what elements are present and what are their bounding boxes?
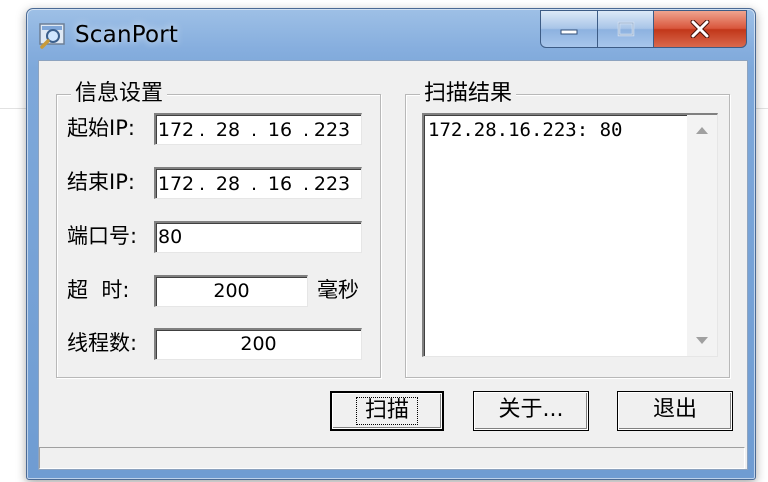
client-area: 信息设置 起始IP: 172 . 28 . 16 . 223 结束IP: 172… xyxy=(38,60,748,470)
end-ip-octet-4[interactable]: 223 xyxy=(312,170,352,198)
window-title: ScanPort xyxy=(75,22,179,48)
start-ip-octet-2[interactable]: 28 xyxy=(208,116,248,144)
ip-dot: . xyxy=(302,172,310,195)
start-ip-label: 起始IP: xyxy=(67,116,135,140)
maximize-icon xyxy=(617,21,634,37)
threads-input[interactable]: 200 xyxy=(154,328,362,360)
ip-dot: . xyxy=(198,172,206,195)
scroll-up-arrow-icon[interactable] xyxy=(696,127,708,134)
end-ip-octet-3[interactable]: 16 xyxy=(260,170,300,198)
scan-button[interactable]: 扫描 xyxy=(330,391,444,431)
results-scrollbar[interactable] xyxy=(687,115,717,356)
status-bar xyxy=(39,447,745,469)
ip-dot: . xyxy=(302,118,310,141)
ip-dot: . xyxy=(198,118,206,141)
start-ip-octet-3[interactable]: 16 xyxy=(260,116,300,144)
about-button[interactable]: 关于... xyxy=(473,391,589,431)
timeout-input[interactable]: 200 xyxy=(154,275,308,307)
timeout-unit-label: 毫秒 xyxy=(317,278,359,302)
end-ip-octet-1[interactable]: 172 xyxy=(156,170,196,198)
end-ip-field[interactable]: 172 . 28 . 16 . 223 xyxy=(154,167,362,199)
end-ip-label: 结束IP: xyxy=(67,170,135,194)
minimize-button[interactable] xyxy=(540,10,598,48)
scroll-down-arrow-icon[interactable] xyxy=(696,337,708,344)
results-listbox[interactable]: 172.28.16.223: 80 xyxy=(422,113,718,357)
ip-dot: . xyxy=(250,172,258,195)
threads-label: 线程数: xyxy=(67,331,138,355)
settings-group-title: 信息设置 xyxy=(71,80,168,108)
timeout-label: 超 时: xyxy=(67,278,130,302)
port-label: 端口号: xyxy=(67,224,138,248)
start-ip-field[interactable]: 172 . 28 . 16 . 223 xyxy=(154,113,362,145)
close-button[interactable] xyxy=(654,10,747,48)
start-ip-octet-4[interactable]: 223 xyxy=(312,116,352,144)
port-input[interactable]: 80 xyxy=(154,221,362,253)
maximize-button[interactable] xyxy=(598,10,654,48)
caption-buttons xyxy=(540,10,747,48)
close-icon xyxy=(690,20,710,38)
results-group-title: 扫描结果 xyxy=(420,80,517,108)
exit-button[interactable]: 退出 xyxy=(617,391,733,431)
minimize-icon xyxy=(560,29,578,35)
start-ip-octet-1[interactable]: 172 xyxy=(156,116,196,144)
ip-dot: . xyxy=(250,118,258,141)
magnifier-icon xyxy=(39,23,65,49)
end-ip-octet-2[interactable]: 28 xyxy=(208,170,248,198)
result-line: 172.28.16.223: 80 xyxy=(428,119,623,141)
scan-button-label: 扫描 xyxy=(355,397,418,425)
